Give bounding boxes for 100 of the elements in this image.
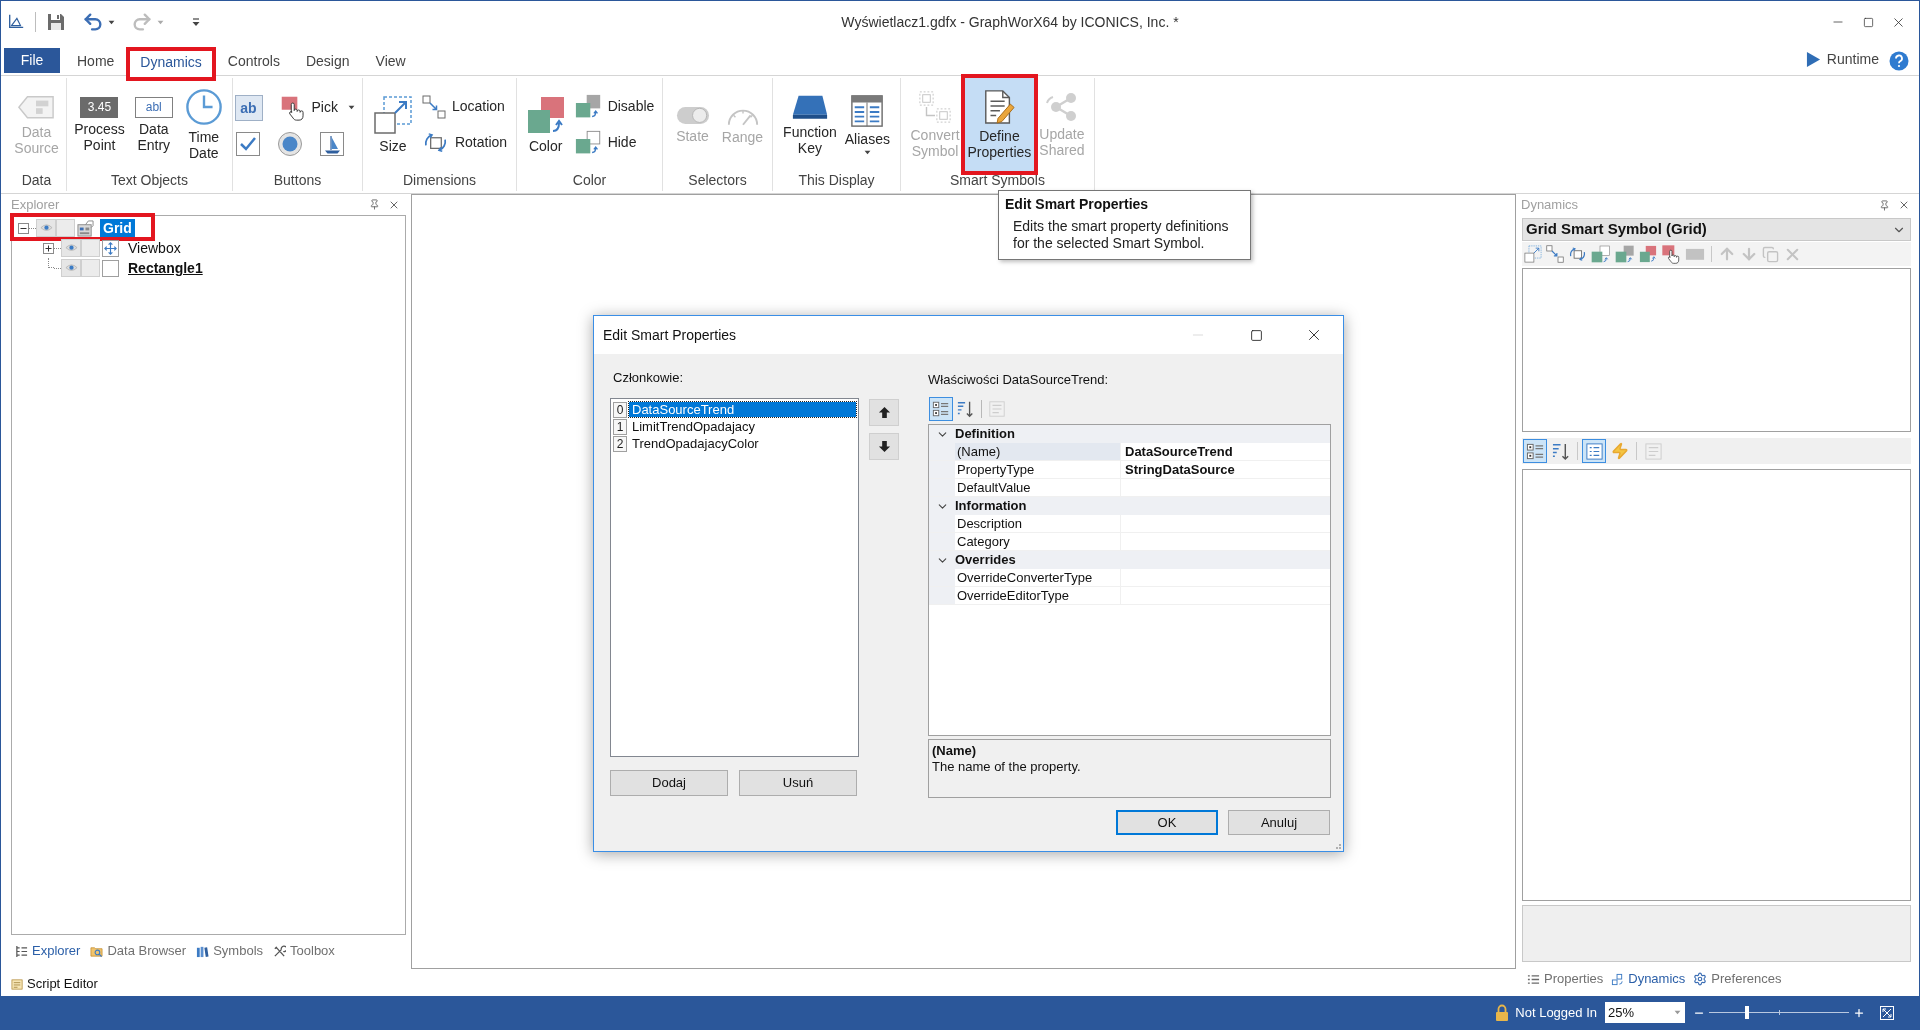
ribbon-button[interactable]: Function Key	[780, 78, 840, 171]
pin-icon[interactable]	[1879, 199, 1890, 211]
checkbox-icon[interactable]	[234, 130, 261, 157]
resize-icon[interactable]	[1524, 245, 1542, 263]
tooltip-title: Edit Smart Properties	[1005, 195, 1150, 214]
toggle-button[interactable]	[56, 219, 75, 237]
property-name[interactable]: Description	[955, 515, 1120, 532]
panel-tab[interactable]: Dynamics	[1611, 969, 1686, 989]
panel-tab[interactable]: Properties	[1527, 969, 1604, 989]
property-name[interactable]: OverrideConverterType	[955, 569, 1120, 586]
add-button[interactable]: Dodaj	[610, 770, 728, 796]
square-outline-icon[interactable]	[1591, 244, 1611, 264]
tree-item[interactable]: Viewbox	[125, 239, 184, 257]
app-icon[interactable]	[7, 13, 25, 31]
customize-icon[interactable]	[192, 17, 200, 27]
text-field-icon: abl	[134, 96, 173, 118]
category-label: Information	[955, 497, 1027, 516]
property-name[interactable]: (Name)	[955, 443, 1120, 460]
tree-list-icon	[15, 944, 28, 958]
sort-icon	[957, 399, 975, 418]
toggle-switch-icon	[675, 104, 710, 126]
fit-screen-icon[interactable]	[1879, 1004, 1895, 1021]
property-list-button[interactable]	[1582, 439, 1606, 463]
remove-button[interactable]: Usuń	[739, 770, 857, 796]
toggle-button[interactable]	[81, 239, 100, 257]
ribbon-button[interactable]: Aliases	[841, 78, 893, 171]
runtime-button[interactable]: Runtime	[1805, 49, 1879, 70]
ribbon-tab[interactable]: Home	[66, 48, 126, 75]
cancel-button[interactable]: Anuluj	[1228, 810, 1330, 835]
list-item[interactable]: TrendOpadajacyColor	[629, 436, 856, 451]
property-name[interactable]: Category	[955, 533, 1120, 550]
move-down-button[interactable]	[869, 433, 899, 460]
categorized-button[interactable]	[1523, 439, 1547, 463]
maximize-icon[interactable]	[1249, 328, 1263, 342]
ribbon-button[interactable]: Define Properties	[964, 78, 1035, 171]
tree-item[interactable]: Rectangle1	[125, 259, 206, 277]
visibility-button[interactable]	[61, 259, 81, 277]
list-item[interactable]: DataSourceTrend	[629, 402, 856, 417]
panel-tab[interactable]: Symbols	[196, 941, 264, 961]
maximize-icon[interactable]	[1862, 16, 1874, 28]
ribbon-button[interactable]: abl Data Entry	[129, 78, 178, 171]
window-title: Wyświetlacz1.gdfx - GraphWorX64 by ICONICS, Inc. *	[840, 12, 1180, 32]
move-up-button[interactable]	[869, 399, 899, 426]
zoom-combo[interactable]: 25%	[1605, 1002, 1685, 1023]
move-diagonal-icon[interactable]	[1546, 245, 1564, 263]
save-icon[interactable]	[46, 12, 66, 32]
toggle-button[interactable]	[81, 259, 100, 277]
ribbon-tab[interactable]: View	[364, 48, 417, 75]
property-name[interactable]: OverrideEditorType	[955, 587, 1120, 604]
property-name[interactable]: DefaultValue	[955, 479, 1120, 496]
file-tab[interactable]: File	[4, 48, 60, 73]
symbol-selector[interactable]: Grid Smart Symbol (Grid)	[1522, 218, 1911, 241]
close-icon[interactable]	[1898, 199, 1910, 211]
panel-tab[interactable]: Preferences	[1693, 969, 1782, 989]
caret-icon[interactable]	[108, 19, 115, 25]
zoom-in-icon[interactable]	[1853, 1006, 1865, 1019]
rotate-icon[interactable]	[1568, 245, 1587, 263]
ribbon-button[interactable]: Size	[368, 78, 417, 171]
ribbon-button[interactable]: Hide	[571, 127, 658, 158]
help-icon[interactable]	[1889, 51, 1909, 71]
ribbon-button[interactable]: Rotation	[418, 127, 511, 158]
visibility-button[interactable]	[61, 239, 81, 257]
zoom-slider[interactable]	[1709, 1006, 1849, 1019]
sailboat-icon[interactable]	[318, 130, 345, 157]
panel-tab[interactable]: Explorer	[15, 941, 81, 961]
ribbon-button[interactable]: Pick	[276, 92, 358, 123]
panel-tab[interactable]: Toolbox	[273, 941, 335, 961]
script-editor-tab[interactable]: Script Editor	[9, 974, 98, 994]
paint-squares-icon[interactable]	[1639, 245, 1657, 263]
ribbon-button[interactable]: Color	[521, 78, 570, 171]
ribbon-button[interactable]: Location	[418, 91, 511, 122]
ok-button[interactable]: OK	[1116, 810, 1218, 835]
ribbon-tab[interactable]: Controls	[216, 48, 291, 75]
ribbon-button[interactable]: 3.45 Process Point	[71, 78, 128, 171]
slider-thumb[interactable]	[1744, 1006, 1749, 1019]
text-button-icon[interactable]: ab	[234, 94, 263, 121]
radio-button-icon[interactable]	[276, 130, 303, 157]
visibility-button[interactable]	[36, 219, 56, 237]
group-label: Smart Symbols	[949, 171, 1046, 190]
move-diagonal-icon	[421, 94, 446, 119]
resize-icon	[372, 95, 413, 135]
panel-tab[interactable]: Data Browser	[90, 941, 187, 961]
collapse-icon[interactable]	[18, 222, 29, 234]
list-icon	[1527, 972, 1540, 986]
undo-icon[interactable]	[82, 11, 104, 33]
property-value[interactable]: StringDataSource	[1125, 459, 1235, 480]
ribbon-button[interactable]: Time Date	[179, 78, 228, 171]
ribbon-button[interactable]: Disable	[571, 91, 658, 122]
property-name[interactable]: PropertyType	[955, 461, 1120, 478]
pin-icon[interactable]	[369, 199, 380, 210]
list-item[interactable]: LimitTrendOpadajacy	[629, 419, 856, 434]
caret-icon	[1674, 1010, 1681, 1015]
ribbon-tab[interactable]: Design	[294, 48, 361, 75]
tree-item[interactable]: Grid	[100, 219, 135, 237]
hand-pointer-icon[interactable]	[1661, 244, 1681, 264]
expand-icon[interactable]	[43, 242, 54, 254]
property-value[interactable]: DataSourceTrend	[1125, 441, 1233, 462]
stacked-squares-icon[interactable]	[1615, 244, 1635, 264]
group-label: Data	[20, 171, 53, 190]
categorized-button[interactable]	[929, 396, 953, 421]
